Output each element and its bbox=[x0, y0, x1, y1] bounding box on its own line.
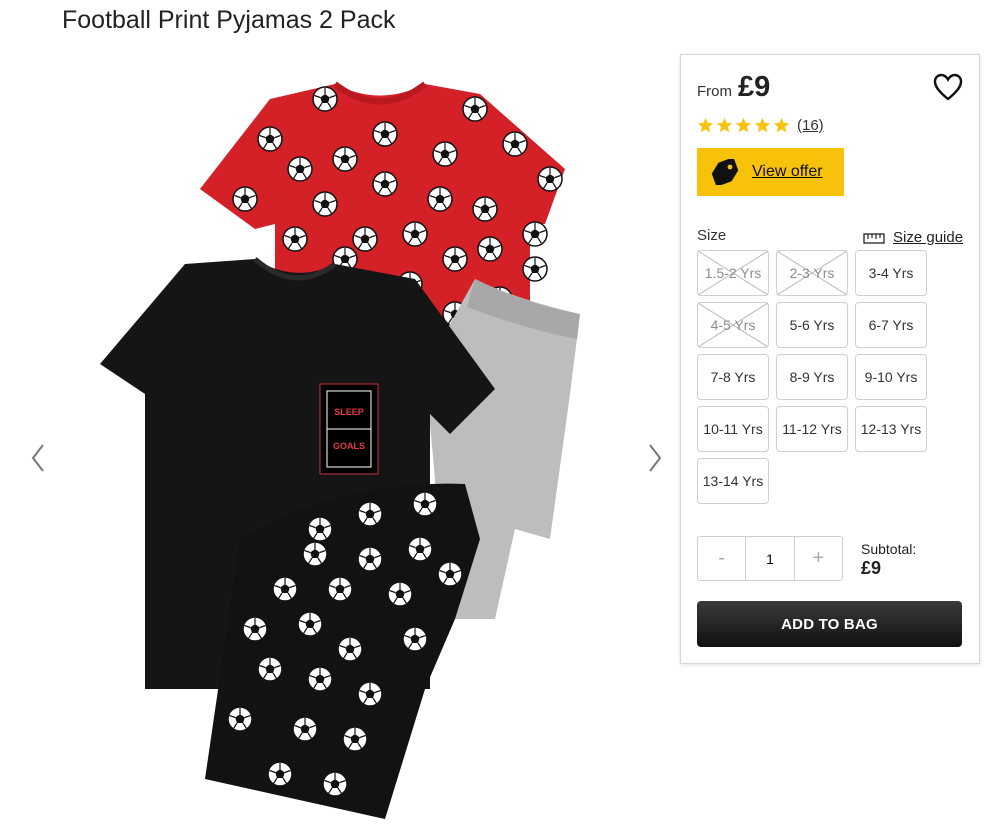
size-option-label: 8-9 Yrs bbox=[789, 369, 835, 385]
gallery-prev-button[interactable] bbox=[24, 438, 52, 478]
ruler-icon bbox=[863, 232, 885, 244]
subtotal-label: Subtotal: bbox=[861, 541, 917, 557]
product-title: Football Print Pyjamas 2 Pack bbox=[62, 6, 396, 34]
price-from-label: From bbox=[697, 83, 732, 100]
star-icon bbox=[697, 117, 714, 133]
size-option[interactable]: 5-6 Yrs bbox=[776, 302, 848, 348]
view-offer-button[interactable]: View offer bbox=[697, 148, 844, 196]
chevron-left-icon bbox=[31, 444, 44, 472]
price-amount: £9 bbox=[738, 71, 771, 103]
print-text-bottom: GOALS bbox=[333, 441, 365, 451]
gallery-next-button[interactable] bbox=[641, 438, 669, 478]
size-option[interactable]: 1.5-2 Yrs bbox=[697, 250, 769, 296]
size-option[interactable]: 13-14 Yrs bbox=[697, 458, 769, 504]
product-image[interactable]: SLEEP GOALS bbox=[95, 59, 605, 829]
size-option-label: 11-12 Yrs bbox=[782, 421, 842, 437]
star-icon bbox=[773, 117, 790, 133]
size-option[interactable]: 8-9 Yrs bbox=[776, 354, 848, 400]
size-option-label: 12-13 Yrs bbox=[860, 421, 922, 437]
heart-icon[interactable] bbox=[933, 73, 963, 101]
price-row: From £9 bbox=[697, 71, 770, 104]
size-option-label: 6-7 Yrs bbox=[868, 317, 914, 333]
size-option[interactable]: 6-7 Yrs bbox=[855, 302, 927, 348]
size-option-label: 1.5-2 Yrs bbox=[704, 265, 762, 281]
view-offer-label: View offer bbox=[752, 163, 823, 180]
chevron-right-icon bbox=[649, 444, 662, 472]
size-option[interactable]: 12-13 Yrs bbox=[855, 406, 927, 452]
product-gallery: SLEEP GOALS bbox=[0, 44, 680, 829]
star-icon bbox=[716, 117, 733, 133]
tag-icon bbox=[711, 159, 739, 185]
size-option-label: 4-5 Yrs bbox=[710, 317, 756, 333]
star-rating[interactable]: (16) bbox=[697, 117, 824, 134]
size-option[interactable]: 4-5 Yrs bbox=[697, 302, 769, 348]
purchase-panel: From £9 (16) View offer Size Size guide … bbox=[680, 54, 980, 664]
size-option-label: 10-11 Yrs bbox=[703, 421, 763, 437]
size-option-label: 13-14 Yrs bbox=[702, 473, 764, 489]
subtotal-value: £9 bbox=[861, 558, 882, 578]
print-text-top: SLEEP bbox=[334, 407, 364, 417]
size-option[interactable]: 9-10 Yrs bbox=[855, 354, 927, 400]
size-option-label: 5-6 Yrs bbox=[789, 317, 835, 333]
quantity-stepper: - + bbox=[697, 536, 843, 581]
size-guide-link[interactable]: Size guide bbox=[863, 229, 963, 246]
size-option[interactable]: 11-12 Yrs bbox=[776, 406, 848, 452]
star-icon bbox=[754, 117, 771, 133]
size-option-label: 9-10 Yrs bbox=[864, 369, 918, 385]
add-to-bag-button[interactable]: ADD TO BAG bbox=[697, 601, 962, 647]
quantity-field-wrap bbox=[745, 537, 795, 580]
size-option-label: 3-4 Yrs bbox=[868, 265, 914, 281]
size-option-label: 2-3 Yrs bbox=[789, 265, 835, 281]
size-option[interactable]: 10-11 Yrs bbox=[697, 406, 769, 452]
size-label: Size bbox=[697, 227, 727, 244]
size-option[interactable]: 7-8 Yrs bbox=[697, 354, 769, 400]
quantity-decrease-button[interactable]: - bbox=[698, 537, 745, 580]
size-option-label: 7-8 Yrs bbox=[710, 369, 756, 385]
quantity-input[interactable] bbox=[747, 549, 792, 568]
star-icon bbox=[735, 117, 752, 133]
quantity-increase-button[interactable]: + bbox=[795, 537, 842, 580]
size-option[interactable]: 3-4 Yrs bbox=[855, 250, 927, 296]
size-option[interactable]: 2-3 Yrs bbox=[776, 250, 848, 296]
review-count-link[interactable]: (16) bbox=[797, 117, 824, 134]
size-guide-label: Size guide bbox=[893, 229, 964, 246]
